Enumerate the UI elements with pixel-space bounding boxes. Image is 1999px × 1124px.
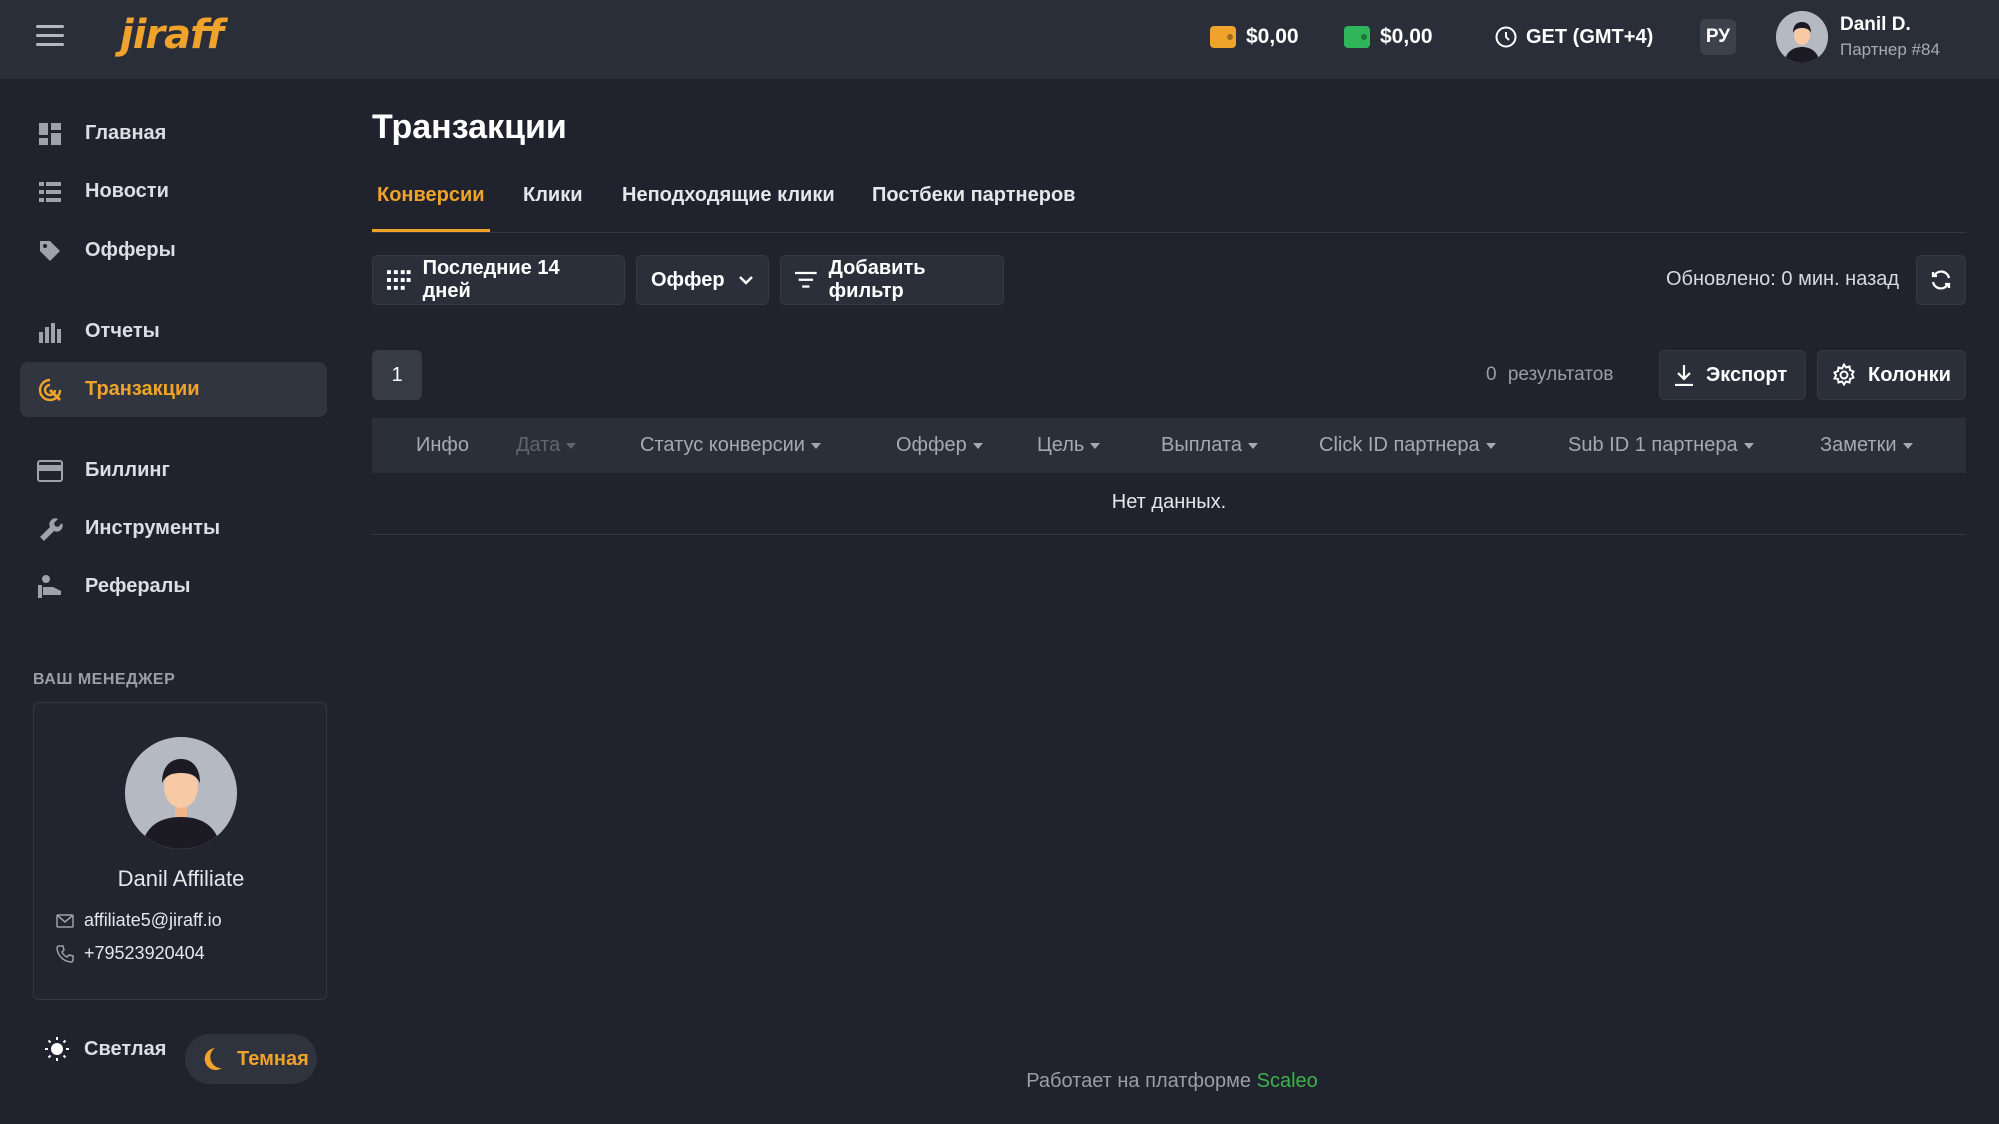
timezone-selector[interactable]: GET (GMT+4) (1494, 22, 1653, 52)
referral-icon (37, 574, 63, 600)
filter-icon (795, 271, 817, 288)
tab-invalid-clicks[interactable]: Неподходящие клики (622, 184, 835, 232)
sidebar-item-home[interactable]: Главная (20, 106, 327, 161)
sidebar-item-label: Новости (85, 180, 169, 202)
offer-filter-label: Оффер (651, 268, 725, 291)
logo[interactable]: jiraff (120, 12, 224, 58)
calendar-grid-icon (387, 270, 411, 290)
column-info[interactable]: Инфо (416, 434, 469, 457)
footer-text: Работает на платформе (1026, 1070, 1252, 1092)
sidebar-item-news[interactable]: Новости (20, 164, 327, 219)
table-header: Инфо Дата Статус конверсии Оффер Цель Вы… (372, 418, 1966, 473)
add-filter-label: Добавить фильтр (828, 257, 926, 302)
sidebar-item-offers[interactable]: Офферы (20, 223, 327, 278)
sidebar-item-label: Главная (85, 122, 167, 144)
bar-chart-icon (37, 319, 63, 345)
theme-light-label: Светлая (84, 1037, 167, 1060)
sidebar-item-referrals[interactable]: Рефералы (20, 559, 327, 614)
manager-name: Danil Affiliate (117, 866, 245, 891)
manager-avatar (125, 737, 237, 849)
export-label: Экспорт (1706, 363, 1788, 386)
tabs: Конверсии Клики Неподходящие клики Постб… (372, 170, 1966, 233)
tab-clicks[interactable]: Клики (523, 184, 583, 232)
sidebar-item-label: Рефералы (85, 575, 191, 597)
column-notes[interactable]: Заметки (1820, 434, 1913, 457)
column-offer[interactable]: Оффер (896, 434, 983, 457)
user-role: Партнер #84 (1840, 40, 1940, 59)
sidebar-item-label: Отчеты (85, 320, 160, 342)
news-icon (37, 179, 63, 205)
date-range-button[interactable]: Последние 14 дней (372, 255, 625, 305)
menu-icon[interactable] (36, 25, 64, 47)
column-date[interactable]: Дата (516, 434, 577, 457)
language-selector[interactable]: РУ (1700, 19, 1736, 55)
manager-section-label: ВАШ МЕНЕДЖЕР (33, 671, 176, 688)
sidebar-item-label: Биллинг (85, 459, 170, 481)
footer: Работает на платформе Scaleo (0, 1070, 1999, 1093)
phone-icon (56, 944, 74, 963)
column-goal[interactable]: Цель (1037, 434, 1101, 457)
manager-phone[interactable]: +79523920404 (56, 943, 205, 964)
sidebar-item-label: Офферы (85, 239, 176, 261)
export-button[interactable]: Экспорт (1659, 350, 1806, 400)
transactions-icon (37, 377, 63, 403)
manager-email-text: affiliate5@jiraff.io (84, 910, 222, 930)
top-bar: jiraff $0,00 $0,00 GET (GMT+4) РУ Danil … (0, 0, 1999, 79)
sidebar: Главная Новости Офферы Отчеты Транзакции… (0, 79, 345, 1124)
balance-available-value: $0,00 (1380, 25, 1433, 48)
user-name[interactable]: Danil D. (1840, 14, 1911, 36)
tab-conversions[interactable]: Конверсии (372, 184, 490, 232)
dashboard-icon (37, 121, 63, 147)
sidebar-item-label: Инструменты (85, 517, 221, 539)
theme-light-toggle[interactable]: Светлая (44, 1036, 166, 1062)
columns-label: Колонки (1868, 363, 1951, 386)
tab-partner-postbacks[interactable]: Постбеки партнеров (872, 184, 1075, 232)
column-sub-id-1[interactable]: Sub ID 1 партнера (1568, 434, 1754, 457)
updated-status: Обновлено: 0 мин. назад (1666, 268, 1900, 290)
clock-icon (1495, 26, 1517, 48)
column-click-id[interactable]: Click ID партнера (1319, 434, 1496, 457)
sidebar-item-tools[interactable]: Инструменты (20, 501, 327, 556)
sidebar-item-label: Транзакции (85, 378, 200, 400)
balance-pending-value: $0,00 (1246, 25, 1299, 48)
date-range-label: Последние 14 дней (422, 257, 560, 302)
manager-phone-text: +79523920404 (84, 943, 205, 963)
manager-card: Danil Affiliate affiliate5@jiraff.io +79… (33, 702, 327, 1000)
chevron-down-icon (739, 276, 753, 285)
timezone-label: GET (GMT+4) (1526, 25, 1654, 48)
balance-pending[interactable]: $0,00 (1210, 22, 1299, 52)
theme-dark-label: Темная (237, 1047, 309, 1070)
download-icon (1675, 365, 1693, 386)
gear-icon (1832, 363, 1855, 387)
sidebar-item-reports[interactable]: Отчеты (20, 304, 327, 359)
sidebar-item-billing[interactable]: Биллинг (20, 443, 327, 498)
wallet-icon (1344, 26, 1370, 48)
footer-link[interactable]: Scaleo (1257, 1070, 1318, 1092)
offer-filter-dropdown[interactable]: Оффер (636, 255, 769, 305)
wrench-icon (37, 516, 63, 542)
sun-icon (45, 1037, 69, 1061)
columns-button[interactable]: Колонки (1817, 350, 1966, 400)
mail-icon (56, 913, 74, 928)
empty-state: Нет данных. (372, 473, 1966, 535)
page-title: Транзакции (372, 108, 567, 146)
pagination-page[interactable]: 1 (372, 350, 422, 400)
refresh-button[interactable] (1916, 255, 1966, 305)
wallet-icon (1210, 26, 1236, 48)
column-conversion-status[interactable]: Статус конверсии (640, 434, 821, 457)
column-payout[interactable]: Выплата (1161, 434, 1258, 457)
user-avatar[interactable] (1776, 11, 1828, 63)
tag-icon (37, 238, 63, 264)
moon-icon (204, 1048, 222, 1070)
credit-card-icon (37, 458, 63, 484)
balance-available[interactable]: $0,00 (1344, 22, 1433, 52)
add-filter-button[interactable]: Добавить фильтр (780, 255, 1004, 305)
manager-email[interactable]: affiliate5@jiraff.io (56, 910, 222, 931)
sidebar-item-transactions[interactable]: Транзакции (20, 362, 327, 417)
results-count: 0 результатов (1486, 364, 1614, 385)
refresh-icon (1931, 270, 1951, 290)
